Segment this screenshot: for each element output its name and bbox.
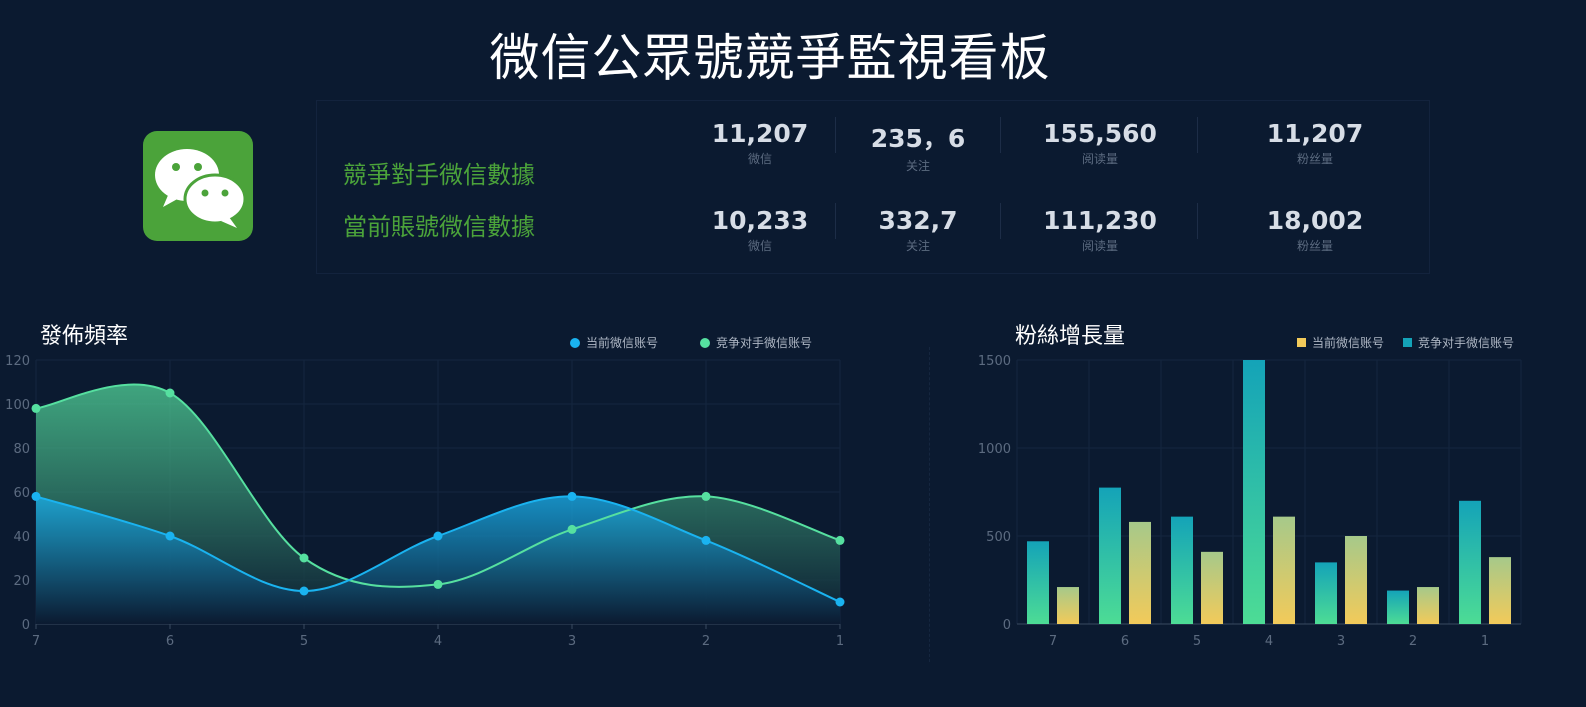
- stat-value: 155,560: [1043, 119, 1157, 148]
- current-row-label: 當前賬號微信數據: [343, 213, 535, 241]
- page-title: 微信公眾號競爭監視看板: [489, 29, 1051, 87]
- data-point: [299, 553, 309, 563]
- x-tick-label: 3: [1337, 634, 1345, 649]
- data-point: [701, 491, 711, 501]
- current-stat-reads: 111,230 阅读量: [1030, 206, 1170, 254]
- fans-bar-chart: 0 500 1000 1500 7 6 5 4 3 2 1: [978, 354, 1522, 649]
- data-point: [165, 531, 175, 541]
- x-tick-label: 3: [568, 634, 576, 649]
- data-point: [165, 388, 175, 398]
- x-tick-label: 1: [836, 634, 844, 649]
- stat-label: 微信: [747, 239, 772, 253]
- data-point: [433, 531, 443, 541]
- bar-competitor: [1027, 541, 1049, 624]
- x-tick-label: 1: [1481, 634, 1489, 649]
- x-tick-label: 7: [32, 634, 40, 649]
- stat-value: 11,207: [1266, 119, 1364, 148]
- data-point: [567, 524, 577, 534]
- stat-divider: [1197, 117, 1198, 153]
- stat-value: 18,002: [1266, 206, 1364, 235]
- y-tick-label: 0: [22, 618, 30, 633]
- bar-current: [1273, 516, 1295, 624]
- stat-value: 11,207: [711, 119, 809, 148]
- y-tick-label: 80: [13, 442, 30, 457]
- x-tick-label: 4: [1265, 634, 1273, 649]
- competitor-stat-follow: 235，6 关注: [858, 119, 978, 174]
- bar-current: [1345, 536, 1367, 624]
- x-tick-label: 4: [434, 634, 442, 649]
- y-tick-label: 500: [986, 530, 1011, 545]
- stat-label: 微信: [747, 152, 772, 166]
- y-tick-label: 0: [1003, 618, 1011, 633]
- stat-label: 关注: [905, 159, 930, 173]
- data-point: [567, 491, 577, 501]
- data-point: [835, 597, 845, 607]
- data-point: [31, 491, 41, 501]
- stat-divider: [1000, 203, 1001, 239]
- competitor-stat-reads: 155,560 阅读量: [1030, 119, 1170, 167]
- bar-current: [1201, 551, 1223, 624]
- stat-label: 粉丝量: [1296, 152, 1333, 166]
- bar-competitor: [1459, 500, 1481, 624]
- y-tick-label: 40: [13, 530, 30, 545]
- x-tick-label: 7: [1049, 634, 1057, 649]
- x-tick-label: 2: [702, 634, 710, 649]
- stat-label: 阅读量: [1081, 239, 1118, 253]
- x-tick-label: 6: [1121, 634, 1129, 649]
- stat-divider: [1197, 203, 1198, 239]
- bar-current: [1417, 587, 1439, 624]
- stat-value: 235，6: [870, 124, 966, 153]
- frequency-area-chart: 0 20 40 60 80 100 120 7 6 5 4 3 2 1: [5, 354, 845, 649]
- bar-competitor: [1099, 487, 1121, 624]
- competitor-row-label: 競爭對手微信數據: [343, 161, 535, 189]
- bar-competitor: [1387, 590, 1409, 624]
- data-point: [701, 535, 711, 545]
- wechat-logo-icon: [143, 131, 253, 241]
- stat-value: 332,7: [878, 206, 958, 235]
- chart-divider: [929, 347, 930, 662]
- stat-value: 111,230: [1043, 206, 1157, 235]
- data-point: [433, 579, 443, 589]
- x-tick-label: 5: [300, 634, 308, 649]
- y-tick-label: 1500: [978, 354, 1011, 369]
- competitor-stat-fans: 11,207 粉丝量: [1255, 119, 1375, 167]
- stat-divider: [835, 117, 836, 153]
- bar-current: [1129, 521, 1151, 624]
- competitor-stat-wechat: 11,207 微信: [700, 119, 820, 167]
- y-tick-label: 120: [5, 354, 30, 369]
- x-tick-label: 2: [1409, 634, 1417, 649]
- bar-current: [1489, 557, 1511, 624]
- bar-competitor: [1243, 360, 1265, 624]
- y-tick-label: 60: [13, 486, 30, 501]
- y-tick-label: 1000: [978, 442, 1011, 457]
- bar-competitor: [1171, 516, 1193, 624]
- current-stat-fans: 18,002 粉丝量: [1255, 206, 1375, 254]
- data-point: [835, 535, 845, 545]
- y-tick-label: 20: [13, 574, 30, 589]
- stat-value: 10,233: [711, 206, 809, 235]
- stat-label: 关注: [905, 239, 930, 253]
- stat-label: 粉丝量: [1296, 239, 1333, 253]
- stat-divider: [835, 203, 836, 239]
- stat-divider: [1000, 117, 1001, 153]
- data-point: [31, 403, 41, 413]
- x-tick-label: 5: [1193, 634, 1201, 649]
- data-point: [299, 586, 309, 596]
- y-tick-label: 100: [5, 398, 30, 413]
- x-tick-label: 6: [166, 634, 174, 649]
- stat-label: 阅读量: [1081, 152, 1118, 166]
- current-stat-follow: 332,7 关注: [858, 206, 978, 254]
- bar-current: [1057, 587, 1079, 624]
- current-stat-wechat: 10,233 微信: [700, 206, 820, 254]
- bar-competitor: [1315, 562, 1337, 624]
